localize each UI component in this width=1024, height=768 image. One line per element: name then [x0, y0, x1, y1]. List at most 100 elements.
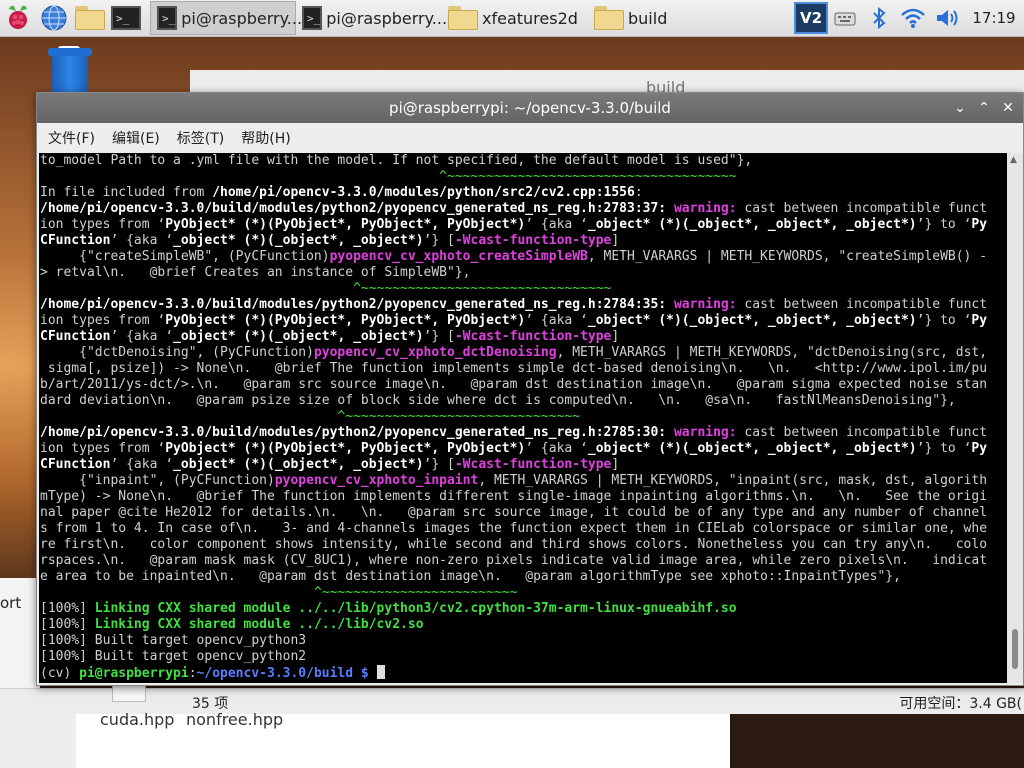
terminal-line: sigma[, psize]) -> None\n. @brief The fu…	[40, 361, 987, 377]
terminal-text: , METH_VARARGS | METH_KEYWORDS, "createS…	[587, 249, 988, 264]
terminal-text: /home/pi/opencv-3.3.0/build/modules/pyth…	[40, 201, 667, 216]
terminal-text: ’} [	[423, 233, 455, 248]
menu-help[interactable]: 帮助(H)	[241, 128, 290, 148]
terminal-line: In file included from /home/pi/opencv-3.…	[40, 185, 987, 201]
terminal-text: ^~~~~~~~~~~~~~~~~~~~~~~~~~	[313, 585, 518, 600]
terminal-text: re first\n. color component shows intens…	[40, 537, 988, 552]
folder-icon	[448, 6, 478, 30]
terminal-icon: >_	[111, 6, 141, 30]
terminal-text: _object* (*)(_object*, _object*)	[173, 233, 424, 248]
terminal-text: b/art/2011/ys-dct/>.\n. @param src sourc…	[40, 377, 988, 392]
terminal-text: :	[634, 185, 643, 200]
terminal-line: ion types from ‘PyObject* (*)(PyObject*,…	[40, 313, 987, 329]
terminal-text: {"dctDenoising", (PyCFunction)	[40, 345, 314, 360]
terminal-line: [100%] Linking CXX shared module ../../l…	[40, 601, 987, 617]
raspberry-menu-button[interactable]	[0, 0, 36, 36]
terminal-text: PyObject* (*)(PyObject*, PyObject*, PyOb…	[165, 313, 526, 328]
terminal-text: > retval\n. @brief Creates an instance o…	[40, 265, 471, 280]
terminal-text: rspaces.\n. @param mask mask (CV_8UC1), …	[40, 553, 988, 568]
keyboard-icon[interactable]	[828, 0, 862, 36]
terminal-line: [100%] Built target opencv_python2	[40, 649, 987, 665]
terminal-text: , METH_VARARGS | METH_KEYWORDS, "inpaint…	[478, 473, 988, 488]
minimize-button[interactable]: ⌄	[951, 99, 969, 117]
terminal-line: > retval\n. @brief Creates an instance o…	[40, 265, 987, 281]
terminal-output[interactable]: to_model Path to a .yml file with the mo…	[39, 153, 1007, 683]
terminal-text: ’} to ‘	[916, 313, 972, 328]
terminal-text: -Wcast-function-type	[454, 329, 612, 344]
terminal-line: e area to be inpainted\n. @param dst des…	[40, 569, 987, 585]
menu-file[interactable]: 文件(F)	[48, 128, 95, 148]
taskbar-item-label: xfeatures2d	[482, 8, 578, 28]
scroll-up-icon[interactable]: ▲	[1010, 155, 1017, 165]
wifi-icon[interactable]	[896, 0, 930, 36]
menu-tabs[interactable]: 标签(T)	[177, 128, 224, 148]
terminal-line: mType) -> None\n. @brief The function im…	[40, 489, 987, 505]
browser-launcher[interactable]	[36, 0, 72, 36]
terminal-text: warning:	[673, 425, 737, 440]
volume-icon[interactable]	[930, 0, 964, 36]
terminal-text: pyopencv_cv_xphoto_dctDenoising	[313, 345, 557, 360]
terminal-text: ]	[611, 329, 620, 344]
maximize-button[interactable]: ⌃	[975, 99, 993, 117]
file-item-nonfree[interactable]: nonfree.hpp	[186, 710, 283, 729]
terminal-line: CFunction’ {aka ‘_object* (*)(_object*, …	[40, 457, 987, 473]
terminal-text: _object* (*)(_object*, _object*, _object…	[587, 313, 917, 328]
terminal-text: warning:	[673, 201, 737, 216]
terminal-text: ~/opencv-3.3.0/build $	[196, 666, 369, 681]
terminal-menubar: 文件(F) 编辑(E) 标签(T) 帮助(H)	[37, 123, 1023, 153]
terminal-text: :	[188, 666, 197, 681]
terminal-text: cast between incompatible funct	[736, 201, 988, 216]
terminal-text: ’ {aka ‘	[110, 233, 174, 248]
terminal-text: /home/pi/opencv-3.3.0/build/modules/pyth…	[40, 425, 667, 440]
terminal-text: pyopencv_cv_xphoto_inpaint	[274, 473, 479, 488]
terminal-launcher[interactable]: >_	[108, 0, 144, 36]
terminal-text: nal paper @cite He2012 for details.\n. \…	[40, 505, 988, 520]
sidebar-label: ort	[0, 594, 22, 612]
close-button[interactable]: ✕	[999, 99, 1017, 117]
clock[interactable]: 17:19	[964, 9, 1024, 27]
terminal-text: to_model Path to a .yml file with the mo…	[40, 153, 753, 168]
file-item-cuda[interactable]: cuda.hpp	[100, 710, 174, 729]
terminal-scrollbar[interactable]: ▲	[1007, 153, 1023, 683]
terminal-text: ’} [	[423, 329, 455, 344]
terminal-text: PyObject* (*)(PyObject*, PyObject*, PyOb…	[165, 217, 526, 232]
terminal-text: _object* (*)(_object*, _object*)	[173, 457, 424, 472]
menu-edit[interactable]: 编辑(E)	[112, 128, 160, 148]
terminal-text: dard deviation\n. @param psize size of b…	[40, 393, 956, 408]
terminal-text: sigma[, psize]) -> None\n. @brief The fu…	[40, 361, 988, 376]
terminal-text: CFunction	[40, 329, 111, 344]
terminal-lines: to_model Path to a .yml file with the mo…	[39, 153, 987, 681]
terminal-text: ^~~~~~~~~~~~~~~~~~~~~~~~~~~~~~~	[337, 409, 581, 424]
taskbar-item-xfeatures2d[interactable]: xfeatures2d	[442, 1, 588, 35]
terminal-line: rspaces.\n. @param mask mask (CV_8UC1), …	[40, 553, 987, 569]
terminal-line: ^~~~~~~~~~~~~~~~~~~~~~~~~~~~~~~~~~~~~~	[40, 169, 987, 185]
terminal-titlebar[interactable]: pi@raspberrypi: ~/opencv-3.3.0/build ⌄ ⌃…	[37, 93, 1023, 123]
terminal-text: ]	[611, 233, 620, 248]
scroll-thumb[interactable]	[1012, 629, 1018, 669]
taskbar-item-terminal-2[interactable]: >_ pi@raspberry...	[296, 1, 447, 35]
taskbar-item-build[interactable]: build	[588, 1, 734, 35]
terminal-icon: >_	[157, 6, 178, 30]
taskbar-item-terminal-1[interactable]: >_ pi@raspberry...	[150, 1, 302, 35]
file-manager-launcher[interactable]	[72, 0, 108, 36]
terminal-text: ion types from ‘	[40, 313, 166, 328]
taskbar-item-label: build	[628, 8, 668, 28]
terminal-line: dard deviation\n. @param psize size of b…	[40, 393, 987, 409]
terminal-text: ^~~~~~~~~~~~~~~~~~~~~~~~~~~~~~~~~~~~~~	[439, 169, 737, 184]
terminal-text: {"inpaint", (PyCFunction)	[40, 473, 275, 488]
bluetooth-icon[interactable]	[862, 0, 896, 36]
terminal-text: Linking CXX shared module ../../lib/pyth…	[94, 601, 737, 616]
terminal-icon: >_	[302, 6, 323, 30]
terminal-text: ’ {aka ‘	[525, 313, 588, 328]
terminal-text: s from 1 to 4. In case of\n. 3- and 4-ch…	[40, 521, 988, 536]
terminal-line: b/art/2011/ys-dct/>.\n. @param src sourc…	[40, 377, 987, 393]
vnc-icon[interactable]: V2	[794, 0, 828, 36]
terminal-line: {"inpaint", (PyCFunction)pyopencv_cv_xph…	[40, 473, 987, 489]
terminal-line: ^~~~~~~~~~~~~~~~~~~~~~~~~~~~~~~~~	[40, 281, 987, 297]
terminal-text: (cv)	[40, 666, 80, 681]
terminal-line: re first\n. color component shows intens…	[40, 537, 987, 553]
